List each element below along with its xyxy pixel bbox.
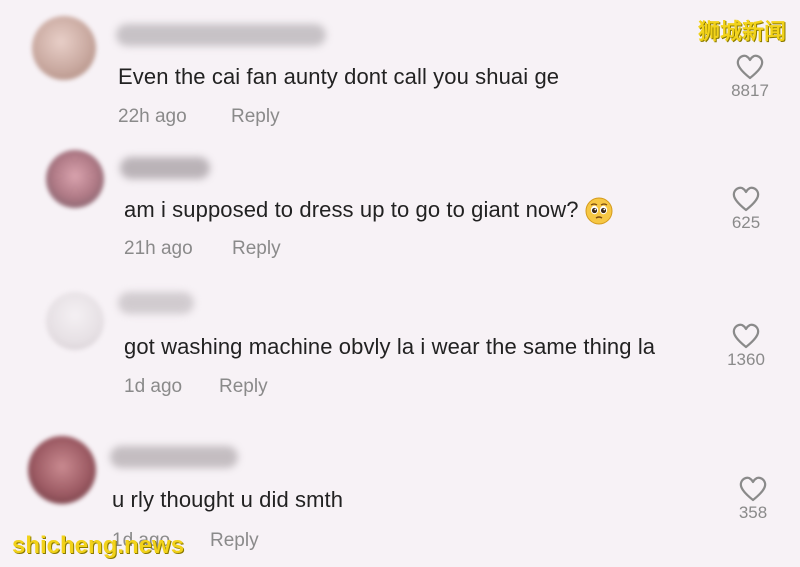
comment-timestamp: 1d ago [124, 376, 183, 397]
comment-text-content: am i supposed to dress up to go to giant… [124, 197, 579, 222]
like-count: 1360 [727, 350, 765, 369]
heart-icon [732, 186, 760, 212]
like-button[interactable]: 1360 [716, 323, 776, 370]
like-button[interactable]: 8817 [720, 54, 780, 101]
like-count: 625 [731, 213, 761, 232]
like-button[interactable]: 358 [723, 476, 783, 523]
reply-button[interactable]: Reply [232, 238, 281, 260]
heart-icon [739, 476, 767, 502]
username-blurred[interactable] [120, 157, 210, 179]
comment-text: u rly thought u did smth [112, 487, 344, 512]
reply-button[interactable]: Reply [210, 530, 259, 552]
watermark-top-right: 狮城新闻 [697, 19, 786, 44]
heart-icon [736, 54, 764, 80]
username-blurred[interactable] [118, 292, 194, 314]
heart-icon [732, 323, 760, 349]
username-blurred[interactable] [116, 24, 326, 46]
comment-timestamp: 21h ago [124, 238, 193, 259]
avatar[interactable] [46, 150, 104, 208]
reply-button[interactable]: Reply [231, 106, 280, 128]
comment-text: got washing machine obvly la i wear the … [124, 334, 656, 359]
avatar[interactable] [28, 436, 96, 504]
avatar[interactable] [46, 292, 104, 350]
pleading-face-emoji-icon [585, 197, 613, 225]
comment-text: Even the cai fan aunty dont call you shu… [118, 64, 560, 89]
username-blurred[interactable] [110, 446, 238, 468]
avatar[interactable] [32, 16, 96, 80]
reply-button[interactable]: Reply [219, 376, 268, 398]
like-count: 358 [738, 503, 768, 522]
comment-timestamp: 22h ago [118, 106, 187, 127]
comment-text: am i supposed to dress up to go to giant… [124, 197, 613, 225]
like-count: 8817 [731, 81, 769, 100]
watermark-bottom-left: shicheng.news [12, 532, 185, 559]
like-button[interactable]: 625 [716, 186, 776, 233]
